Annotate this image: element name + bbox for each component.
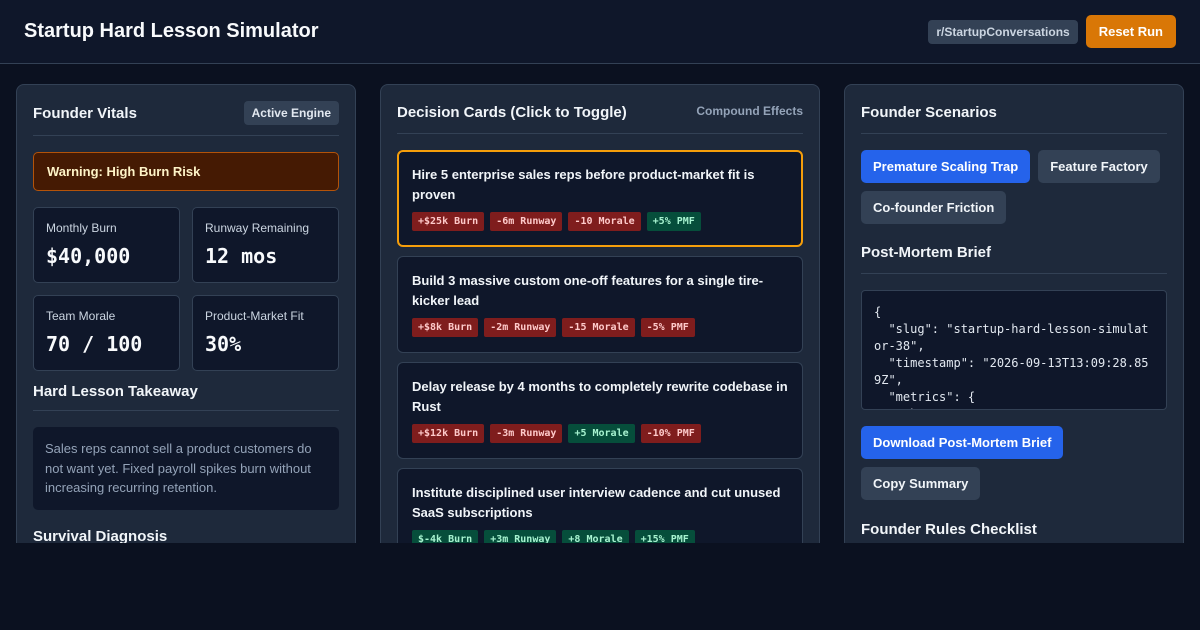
effect-chip: -3m Runway (490, 424, 563, 443)
decision-text: Institute disciplined user interview cad… (412, 485, 781, 520)
scenarios-title: Founder Scenarios (861, 103, 997, 121)
effect-chip: +$8k Burn (412, 318, 479, 337)
vitals-title: Founder Vitals (33, 104, 137, 122)
effect-chip: +5 Morale (568, 424, 635, 443)
stat-runway: Runway Remaining 12 mos (192, 207, 339, 283)
effect-chip: +15% PMF (634, 530, 695, 543)
effect-chip: +3m Runway (484, 530, 557, 543)
stat-label: Product-Market Fit (205, 309, 304, 323)
effect-chip: -6m Runway (490, 212, 563, 231)
stat-monthly-burn: Monthly Burn $40,000 (33, 207, 180, 283)
decision-text: Hire 5 enterprise sales reps before prod… (412, 167, 755, 202)
effect-chips: +$8k Burn -2m Runway -15 Morale -5% PMF (412, 318, 788, 337)
effect-chip: -10% PMF (640, 424, 701, 443)
effect-chip: +8 Morale (562, 530, 629, 543)
decision-text: Delay release by 4 months to completely … (412, 379, 788, 414)
effect-chip: -10 Morale (568, 212, 641, 231)
top-actions: r/StartupConversations Reset Run (928, 15, 1176, 48)
scenario-buttons: Premature Scaling Trap Feature Factory C… (861, 150, 1167, 224)
decisions-header: Decision Cards (Click to Toggle) Compoun… (397, 101, 803, 134)
stat-label: Team Morale (46, 309, 116, 323)
checklist-title: Founder Rules Checklist (861, 520, 1037, 538)
top-bar: Startup Hard Lesson Simulator r/StartupC… (0, 0, 1200, 64)
effect-chips: +$25k Burn -6m Runway -10 Morale +5% PMF (412, 212, 788, 231)
scenarios-header: Founder Scenarios (861, 101, 1167, 134)
copy-summary-button[interactable]: Copy Summary (861, 467, 981, 500)
diagnosis-title: Survival Diagnosis (33, 528, 339, 544)
effect-chip: +$25k Burn (412, 212, 485, 231)
effect-chip: $-4k Burn (412, 530, 479, 543)
takeaway-text: Sales reps cannot sell a product custome… (33, 427, 339, 510)
stat-value: 70 / 100 (46, 332, 143, 356)
active-engine-badge: Active Engine (243, 101, 339, 125)
stat-product-market-fit: Product-Market Fit 30% (192, 295, 339, 371)
effect-chips: +$12k Burn -3m Runway +5 Morale -10% PMF (412, 424, 788, 443)
vitals-header: Founder Vitals Active Engine (33, 101, 339, 136)
stat-team-morale: Team Morale 70 / 100 (33, 295, 180, 371)
reset-run-button[interactable]: Reset Run (1085, 15, 1176, 48)
decision-card[interactable]: Build 3 massive custom one-off features … (397, 256, 803, 353)
decision-text: Build 3 massive custom one-off features … (412, 273, 764, 308)
stat-value: 30% (205, 332, 242, 356)
stat-value: 12 mos (205, 244, 278, 268)
effect-chip: +$12k Burn (412, 424, 485, 443)
effect-chip: -2m Runway (484, 318, 557, 337)
stat-label: Monthly Burn (46, 221, 117, 235)
effect-chip: -5% PMF (640, 318, 695, 337)
decisions-title: Decision Cards (Click to Toggle) (397, 103, 627, 121)
effect-chip: +5% PMF (646, 212, 701, 231)
subreddit-badge: r/StartupConversations (928, 19, 1078, 44)
scenario-feature-factory-button[interactable]: Feature Factory (1038, 150, 1160, 183)
post-mortem-json[interactable]: { "slug": "startup-hard-lesson-simulat o… (861, 290, 1167, 410)
effect-chips: $-4k Burn +3m Runway +8 Morale +15% PMF (412, 530, 788, 543)
vitals-stats-grid: Monthly Burn $40,000 Runway Remaining 12… (33, 207, 339, 371)
burn-risk-warning: Warning: High Burn Risk (33, 152, 339, 191)
download-brief-button[interactable]: Download Post-Mortem Brief (861, 426, 1064, 459)
founder-vitals-panel: Founder Vitals Active Engine Warning: Hi… (16, 84, 356, 543)
decision-card[interactable]: Hire 5 enterprise sales reps before prod… (397, 150, 803, 247)
scenario-premature-scaling-button[interactable]: Premature Scaling Trap (861, 150, 1031, 183)
founder-scenarios-panel: Founder Scenarios Premature Scaling Trap… (844, 84, 1184, 543)
compound-effects-label: Compound Effects (696, 104, 803, 118)
brief-header: Post-Mortem Brief (861, 241, 1167, 274)
brief-actions: Download Post-Mortem Brief Copy Summary (861, 426, 1167, 500)
stat-value: $40,000 (46, 244, 131, 268)
brief-title: Post-Mortem Brief (861, 243, 992, 261)
app-title: Startup Hard Lesson Simulator (24, 20, 319, 42)
decision-card[interactable]: Institute disciplined user interview cad… (397, 468, 803, 543)
stat-label: Runway Remaining (205, 221, 310, 235)
effect-chip: -15 Morale (562, 318, 635, 337)
checklist-header: Founder Rules Checklist (861, 518, 1167, 543)
takeaway-title: Hard Lesson Takeaway (33, 383, 339, 411)
scenario-cofounder-friction-button[interactable]: Co-founder Friction (861, 191, 1007, 224)
decision-cards-panel: Decision Cards (Click to Toggle) Compoun… (380, 84, 820, 543)
decision-card[interactable]: Delay release by 4 months to completely … (397, 362, 803, 459)
